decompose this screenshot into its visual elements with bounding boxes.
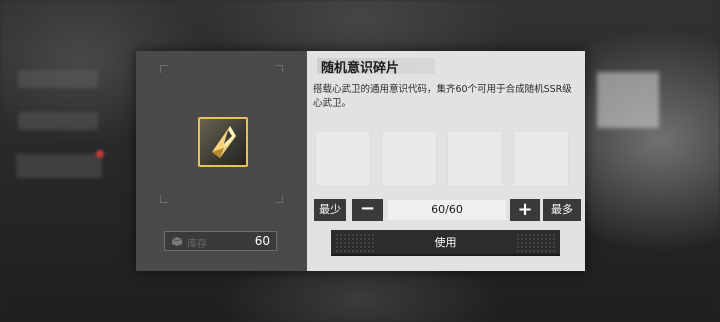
background-notification-dot bbox=[96, 150, 104, 158]
frame-corner bbox=[275, 195, 283, 203]
decrease-button[interactable]: − bbox=[352, 199, 383, 221]
box-icon bbox=[171, 237, 183, 246]
item-info-panel: 随机意识碎片 搭载心武卫的通用意识代码，集齐60个可用于合成随机SSR级心武卫。… bbox=[307, 51, 585, 271]
frame-corner bbox=[275, 65, 283, 73]
stock-label: 库存 bbox=[187, 239, 207, 250]
item-name: 随机意识碎片 bbox=[321, 61, 400, 76]
background-tab bbox=[18, 112, 98, 130]
min-quantity-button[interactable]: 最少 bbox=[314, 199, 346, 221]
quantity-selector: 最少 − 60/60 + 最多 bbox=[314, 199, 581, 221]
frame-corner bbox=[160, 195, 168, 203]
background-tab bbox=[16, 154, 102, 178]
quantity-display: 60/60 bbox=[388, 200, 506, 220]
use-button[interactable]: 使用 bbox=[331, 230, 560, 256]
stock-counter: 库存 60 bbox=[164, 231, 277, 251]
stock-value: 60 bbox=[254, 234, 270, 248]
background-card bbox=[597, 72, 659, 128]
crystal-shard-icon bbox=[198, 117, 248, 167]
background-tab bbox=[18, 70, 98, 88]
item-description: 搭载心武卫的通用意识代码，集齐60个可用于合成随机SSR级心武卫。 bbox=[313, 84, 572, 109]
increase-button[interactable]: + bbox=[510, 199, 540, 221]
background-tiles bbox=[315, 131, 577, 191]
item-preview-panel: 库存 60 bbox=[136, 51, 307, 271]
frame-corner bbox=[160, 65, 168, 73]
item-detail-dialog: 库存 60 随机意识碎片 搭载心武卫的通用意识代码，集齐60个可用于合成随机SS… bbox=[136, 51, 585, 271]
max-quantity-button[interactable]: 最多 bbox=[543, 199, 581, 221]
